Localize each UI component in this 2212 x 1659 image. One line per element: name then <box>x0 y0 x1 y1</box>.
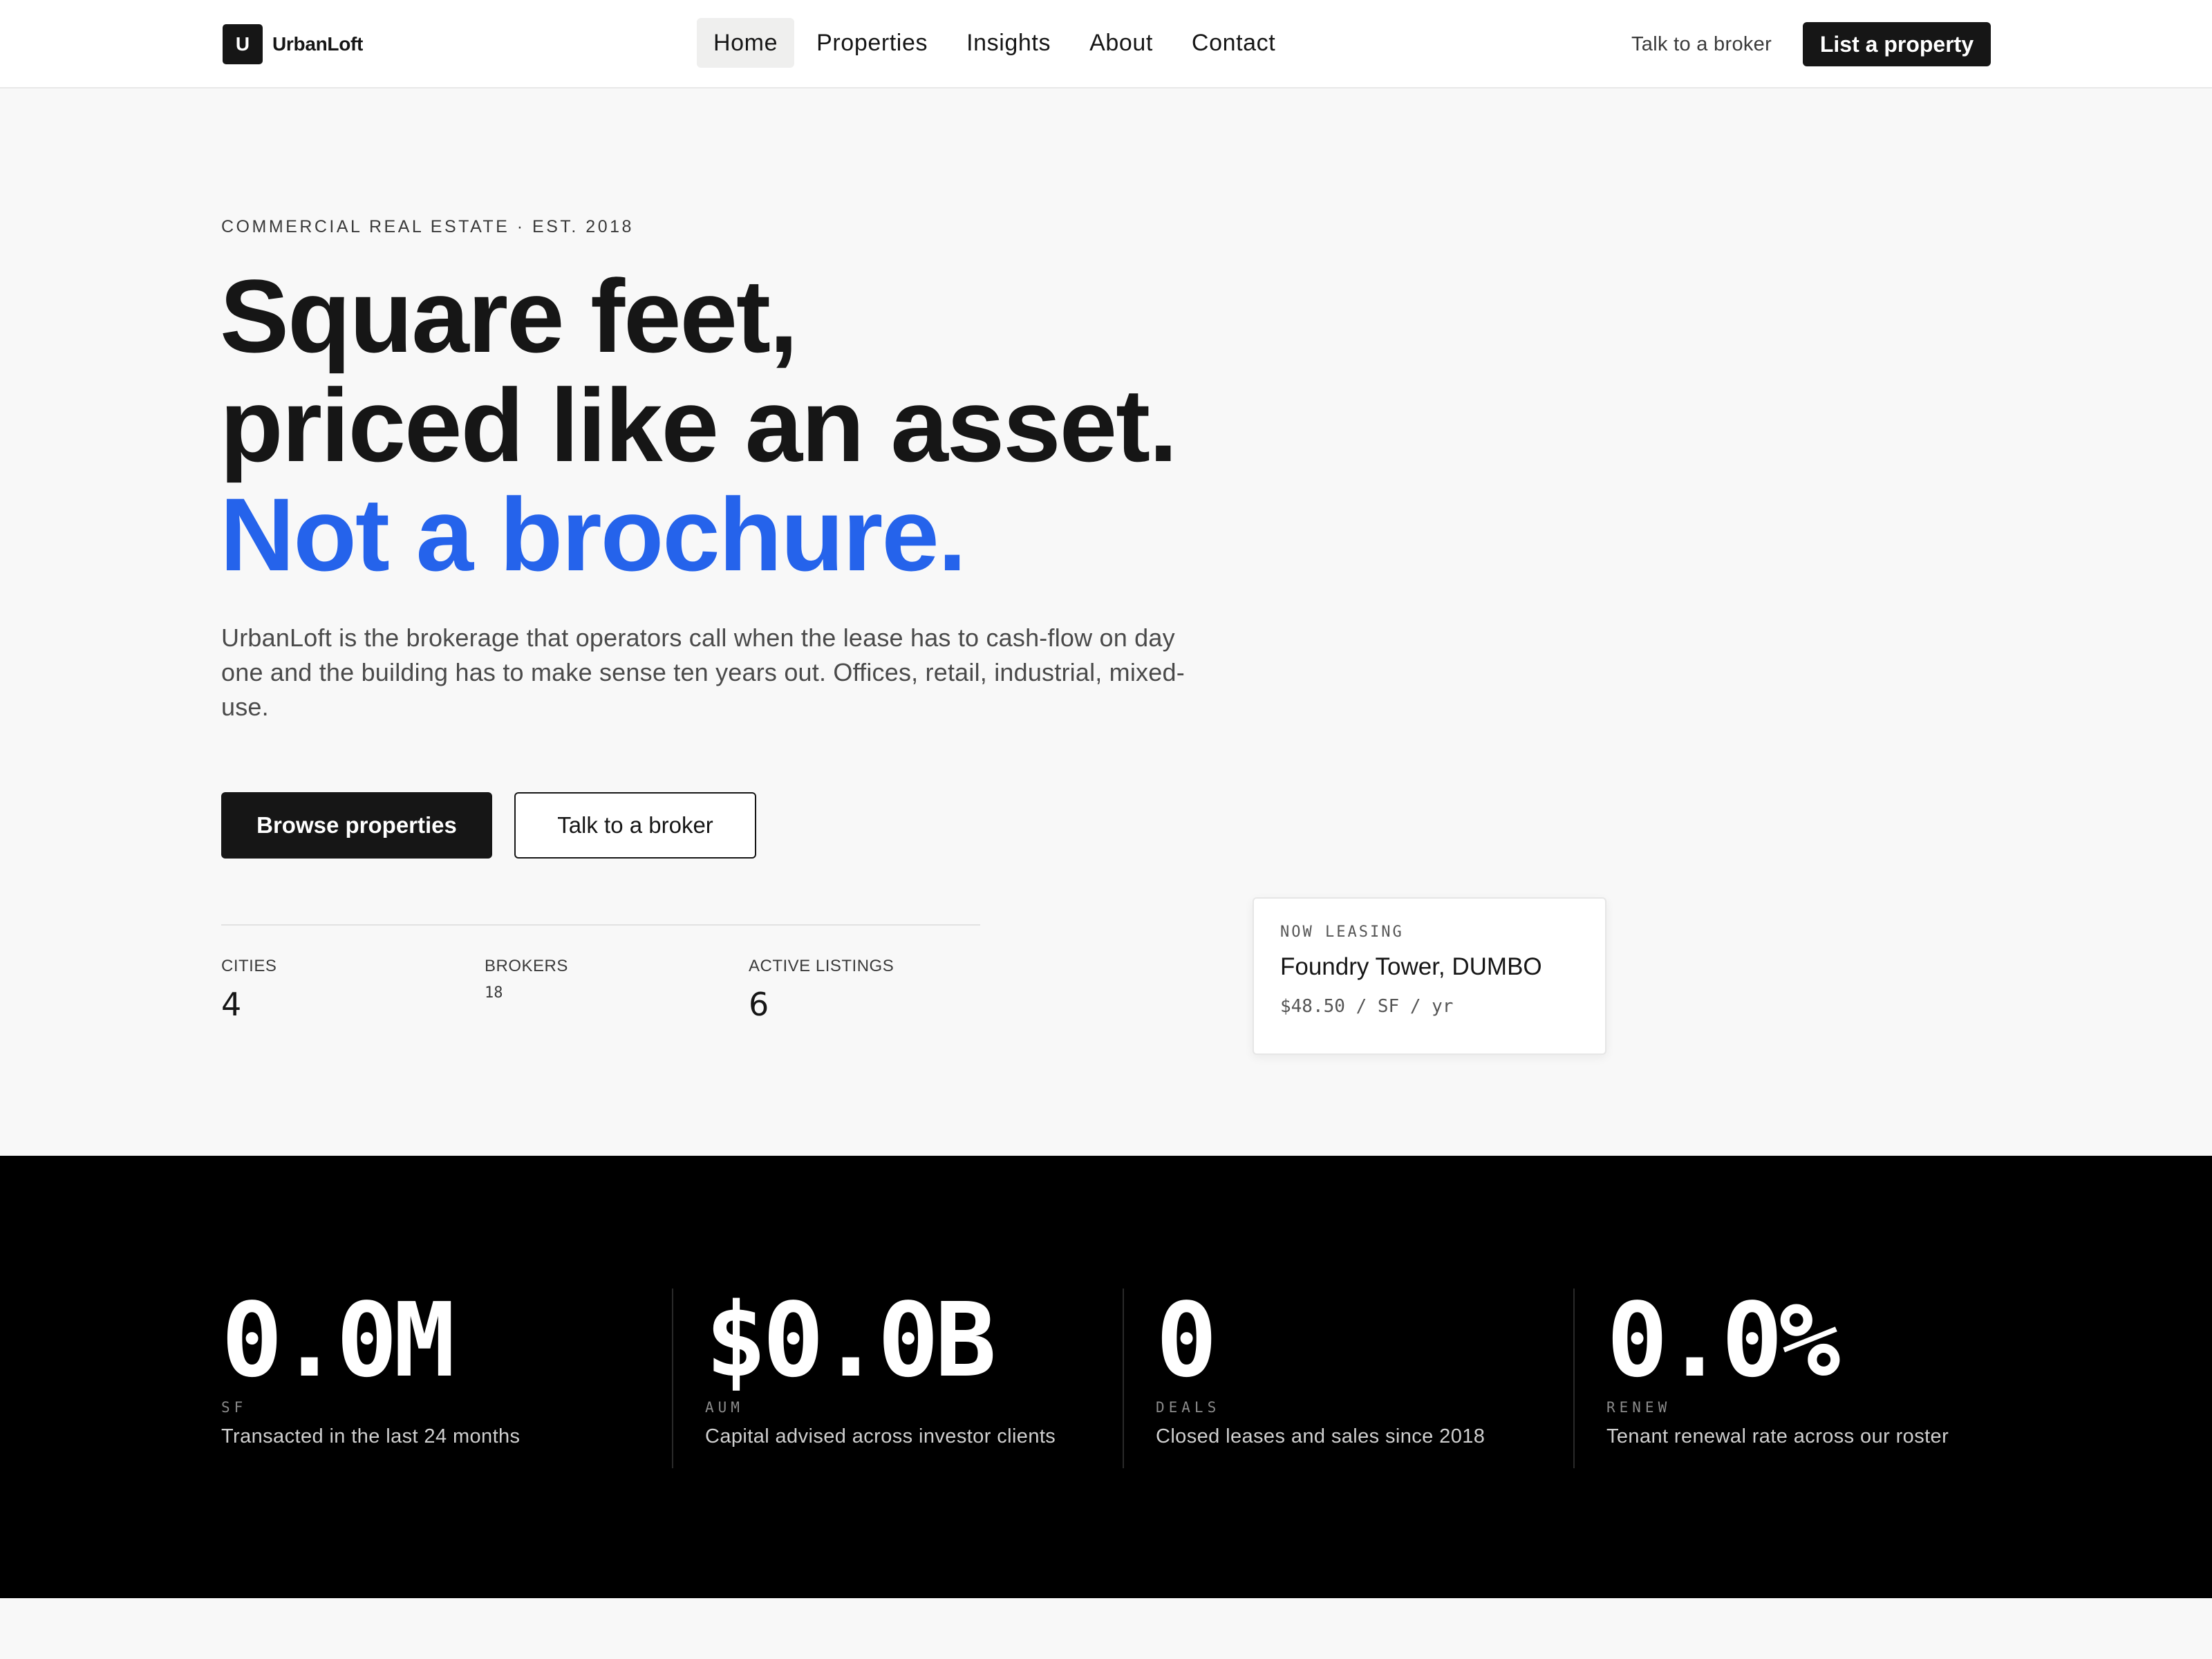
lease-tag: NOW LEASING <box>1280 924 1404 941</box>
lease-property-name: Foundry Tower, DUMBO <box>1280 953 1542 980</box>
list-property-button[interactable]: List a property <box>1803 22 1991 66</box>
nav-item-insights[interactable]: Insights <box>950 18 1067 68</box>
metric-code: AUM <box>705 1399 744 1416</box>
browse-properties-button[interactable]: Browse properties <box>221 792 492 859</box>
lease-price: $48.50 / SF / yr <box>1280 996 1454 1017</box>
nav-item-properties[interactable]: Properties <box>800 18 944 68</box>
stat-active-listings: ACTIVE LISTINGS 6 <box>749 957 894 1023</box>
nav-item-home[interactable]: Home <box>697 18 795 68</box>
next-section-edge <box>0 1598 2212 1659</box>
metrics-band: 0.0M SF Transacted in the last 24 months… <box>0 1156 2212 1598</box>
hero-title: Square feet, priced like an asset. Not a… <box>220 261 1257 589</box>
stat-value: 18 <box>485 984 503 1002</box>
stat-brokers: BROKERS 18 <box>485 957 568 1002</box>
metric-code: SF <box>221 1399 247 1416</box>
metric-value: $0.0B <box>705 1281 997 1400</box>
hero-eyebrow: COMMERCIAL REAL ESTATE · EST. 2018 <box>221 217 634 236</box>
now-leasing-card[interactable]: NOW LEASING Foundry Tower, DUMBO $48.50 … <box>1253 897 1606 1055</box>
main-nav: Home Properties Insights About Contact <box>697 18 1297 68</box>
metric-description: Capital advised across investor clients <box>705 1425 1056 1447</box>
hero-title-accent: Not a brochure. <box>220 476 966 592</box>
stats-divider <box>221 924 980 926</box>
stat-label: ACTIVE LISTINGS <box>749 957 894 975</box>
stat-value: 6 <box>749 986 769 1023</box>
talk-to-broker-button[interactable]: Talk to a broker <box>514 792 756 859</box>
stat-label: CITIES <box>221 957 277 975</box>
stat-cities: CITIES 4 <box>221 957 276 1023</box>
metric-description: Closed leases and sales since 2018 <box>1156 1425 1485 1447</box>
talk-to-broker-link[interactable]: Talk to a broker <box>1631 28 1772 61</box>
metric-aum: $0.0B AUM Capital advised across investo… <box>672 1288 1056 1468</box>
metric-code: RENEW <box>1606 1399 1671 1416</box>
metric-sf: 0.0M SF Transacted in the last 24 months <box>221 1288 520 1468</box>
metric-description: Transacted in the last 24 months <box>221 1425 521 1447</box>
hero-description: UrbanLoft is the brokerage that operator… <box>221 624 1185 721</box>
stat-label: BROKERS <box>485 957 568 975</box>
metric-renew: 0.0% RENEW Tenant renewal rate across ou… <box>1573 1288 1949 1468</box>
hero-title-line-1: Square feet, <box>220 258 798 374</box>
metric-value: 0.0% <box>1606 1281 1840 1400</box>
hero-title-line-2: priced like an asset. <box>220 367 1178 483</box>
logo[interactable]: U UrbanLoft <box>223 24 363 65</box>
logo-text: UrbanLoft <box>272 33 364 55</box>
metric-code: DEALS <box>1156 1399 1221 1416</box>
metric-deals: 0 DEALS Closed leases and sales since 20… <box>1123 1288 1485 1468</box>
site-header: U UrbanLoft Home Properties Insights Abo… <box>0 0 2212 88</box>
metric-value: 0 <box>1156 1281 1217 1400</box>
logo-mark-icon: U <box>223 24 263 64</box>
nav-item-about[interactable]: About <box>1073 18 1170 68</box>
metric-value: 0.0M <box>221 1281 455 1400</box>
nav-item-contact[interactable]: Contact <box>1175 18 1292 68</box>
metric-description: Tenant renewal rate across our roster <box>1606 1425 1949 1447</box>
stat-value: 4 <box>221 986 242 1023</box>
